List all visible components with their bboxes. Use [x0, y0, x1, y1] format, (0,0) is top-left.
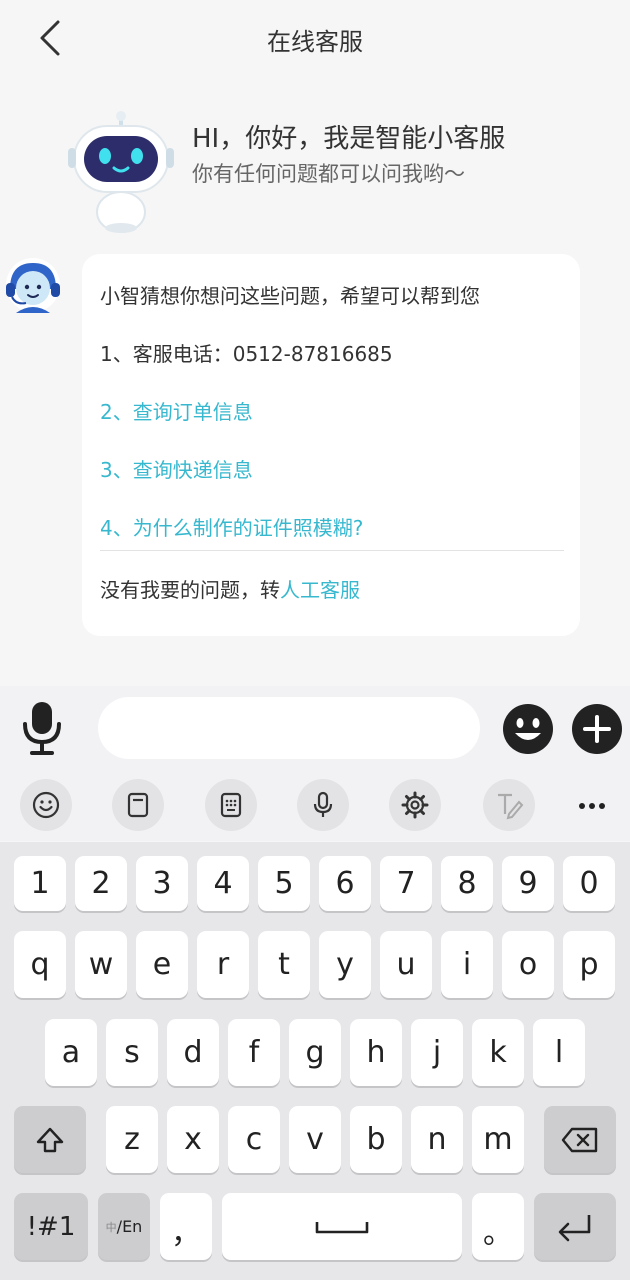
key-t[interactable]: t [258, 931, 310, 998]
key-1[interactable]: 1 [14, 856, 66, 911]
ime-layout-button[interactable] [205, 779, 257, 831]
key-q[interactable]: q [14, 931, 66, 998]
enter-icon [558, 1214, 591, 1241]
key-l[interactable]: l [533, 1019, 585, 1086]
key-i[interactable]: i [441, 931, 493, 998]
key-e[interactable]: e [136, 931, 188, 998]
backspace-icon [561, 1127, 598, 1152]
card-footer: 没有我要的问题，转人工客服 [100, 574, 360, 603]
key-f[interactable]: f [228, 1019, 280, 1086]
lang-key-chinese: 中 [105, 1220, 117, 1234]
key-j[interactable]: j [411, 1019, 463, 1086]
key-0[interactable]: 0 [563, 856, 615, 911]
voice-icon [313, 791, 333, 817]
voice-input-button[interactable] [20, 700, 64, 756]
space-key[interactable] [222, 1193, 462, 1260]
page-title: 在线客服 [267, 28, 363, 56]
ime-emoji-button[interactable] [20, 779, 72, 831]
greeting-subtitle: 你有任何问题都可以问我哟～ [192, 162, 465, 186]
space-bar-icon [315, 1221, 369, 1233]
faq-item-order[interactable]: 2、查询订单信息 [100, 396, 253, 425]
message-input[interactable] [98, 697, 480, 759]
faq-item-express[interactable]: 3、查询快递信息 [100, 454, 253, 483]
shift-icon [36, 1127, 64, 1152]
faq-item-phone: 1、客服电话：0512-87816685 [100, 342, 393, 366]
key-7[interactable]: 7 [380, 856, 432, 911]
ime-handwriting-button[interactable] [483, 779, 535, 831]
key-v[interactable]: v [289, 1106, 341, 1173]
symbols-key[interactable]: !#1 [14, 1193, 88, 1260]
more-actions-button[interactable] [571, 703, 623, 755]
period-key[interactable]: 。 [472, 1193, 524, 1260]
key-h[interactable]: h [350, 1019, 402, 1086]
key-x[interactable]: x [167, 1106, 219, 1173]
ime-voice-button[interactable] [297, 779, 349, 831]
robot-mascot-icon [68, 111, 174, 233]
ime-clipboard-button[interactable] [112, 779, 164, 831]
microphone-icon [23, 702, 61, 755]
more-icon [579, 803, 605, 809]
lang-key-english: /En [116, 1217, 143, 1236]
key-3[interactable]: 3 [136, 856, 188, 911]
key-a[interactable]: a [45, 1019, 97, 1086]
key-5[interactable]: 5 [258, 856, 310, 911]
handwriting-icon [498, 793, 524, 820]
agent-avatar-icon [6, 258, 60, 313]
message-intro: 小智猜想你想问这些问题，希望可以帮到您 [100, 284, 480, 308]
key-k[interactable]: k [472, 1019, 524, 1086]
key-r[interactable]: r [197, 931, 249, 998]
message-card: 小智猜想你想问这些问题，希望可以帮到您 1、客服电话：0512-87816685… [82, 254, 580, 636]
enter-key[interactable] [534, 1193, 616, 1260]
comma-key[interactable]: ， [160, 1193, 212, 1260]
language-switch-key[interactable]: 中/En [98, 1193, 150, 1260]
key-s[interactable]: s [106, 1019, 158, 1086]
clipboard-icon [127, 792, 149, 818]
header: 在线客服 [0, 0, 630, 80]
card-divider [100, 550, 564, 551]
greeting-title: HI，你好，我是智能小客服 [192, 124, 506, 154]
key-w[interactable]: w [75, 931, 127, 998]
key-9[interactable]: 9 [502, 856, 554, 911]
key-8[interactable]: 8 [441, 856, 493, 911]
key-c[interactable]: c [228, 1106, 280, 1173]
key-z[interactable]: z [106, 1106, 158, 1173]
key-m[interactable]: m [472, 1106, 524, 1173]
ime-settings-button[interactable] [389, 779, 441, 831]
key-b[interactable]: b [350, 1106, 402, 1173]
key-y[interactable]: y [319, 931, 371, 998]
smiley-icon [503, 704, 553, 754]
greeting-section: HI，你好，我是智能小客服 你有任何问题都可以问我哟～ [66, 110, 586, 240]
footer-text: 没有我要的问题，转 [100, 578, 280, 602]
key-6[interactable]: 6 [319, 856, 371, 911]
keyboard-layout-icon [220, 792, 242, 818]
key-g[interactable]: g [289, 1019, 341, 1086]
plus-icon [572, 704, 622, 754]
key-n[interactable]: n [411, 1106, 463, 1173]
key-2[interactable]: 2 [75, 856, 127, 911]
key-4[interactable]: 4 [197, 856, 249, 911]
key-d[interactable]: d [167, 1019, 219, 1086]
human-service-link[interactable]: 人工客服 [280, 578, 360, 602]
ime-more-button[interactable] [566, 779, 618, 831]
shift-key[interactable] [14, 1106, 86, 1173]
key-p[interactable]: p [563, 931, 615, 998]
emoji-icon [32, 791, 60, 819]
emoji-button[interactable] [502, 703, 554, 755]
faq-item-photo-blurry[interactable]: 4、为什么制作的证件照模糊? [100, 512, 363, 541]
settings-icon [401, 791, 429, 819]
backspace-key[interactable] [544, 1106, 616, 1173]
key-u[interactable]: u [380, 931, 432, 998]
key-o[interactable]: o [502, 931, 554, 998]
